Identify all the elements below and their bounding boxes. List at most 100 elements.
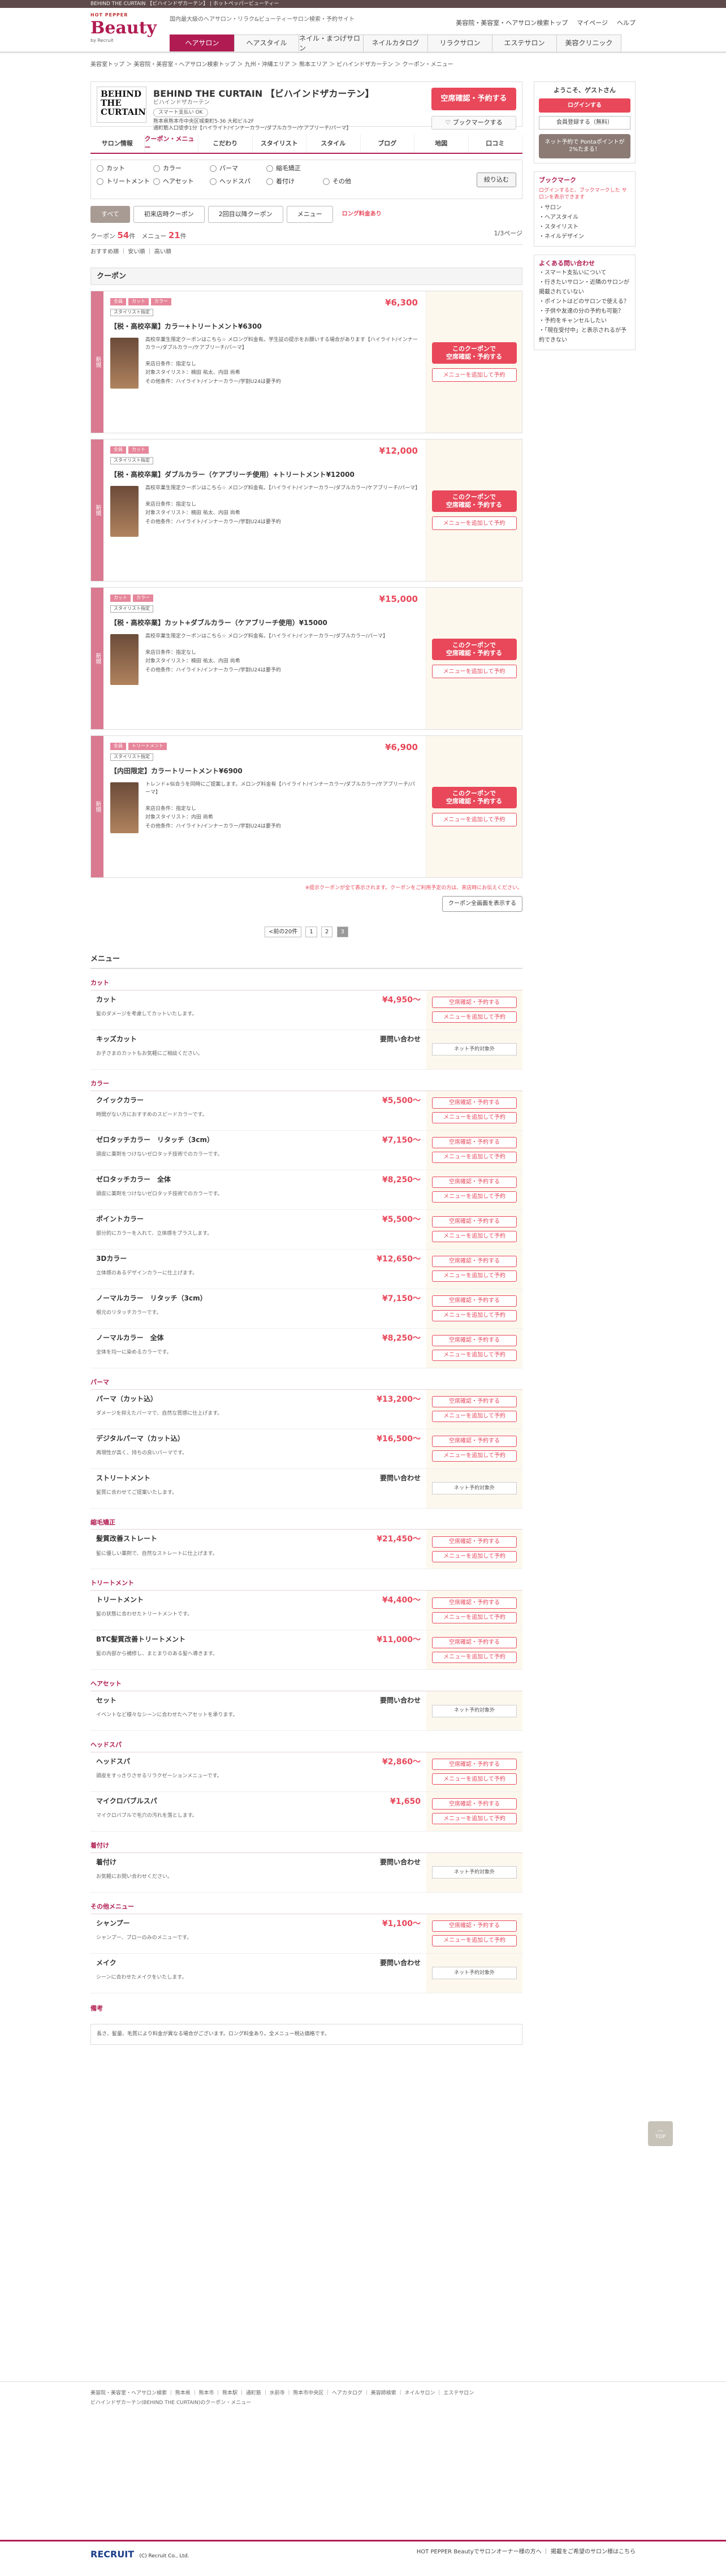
- tab-stylist[interactable]: スタイリスト: [253, 135, 306, 153]
- tab-style[interactable]: スタイル: [306, 135, 361, 153]
- menu-add-button[interactable]: メニューを追加して予約: [432, 1011, 517, 1023]
- tab-salon-info[interactable]: サロン情報: [90, 135, 145, 153]
- filter-other[interactable]: その他: [323, 178, 379, 186]
- recent-salon[interactable]: サロン: [539, 203, 630, 213]
- menu-book-button[interactable]: 空席確認・予約する: [432, 1759, 517, 1771]
- filter-straight[interactable]: 縮毛矯正: [266, 165, 323, 173]
- menu-add-button[interactable]: メニューを追加して予約: [432, 1411, 517, 1423]
- menu-book-button[interactable]: 空席確認・予約する: [432, 1636, 517, 1648]
- book-button[interactable]: 空席確認・予約する: [431, 88, 516, 110]
- menu-add-button[interactable]: メニューを追加して予約: [432, 1310, 517, 1322]
- tab-map[interactable]: 地図: [414, 135, 469, 153]
- gnav-nail-catalog[interactable]: ネイルカタログ: [363, 35, 428, 51]
- coupon-book-button[interactable]: このクーポンで 空席確認・予約する: [431, 787, 517, 809]
- menu-add-button[interactable]: メニューを追加して予約: [432, 1935, 517, 1947]
- filter-cut[interactable]: カット: [97, 165, 153, 173]
- recent-nail[interactable]: ネイルデザイン: [539, 232, 630, 242]
- menu-book-button[interactable]: 空席確認・予約する: [432, 1396, 517, 1408]
- menu-add-button[interactable]: メニューを追加して予約: [432, 1651, 517, 1663]
- faq-item[interactable]: 予約をキャンセルしたい: [539, 316, 630, 326]
- tab-all[interactable]: すべて: [90, 206, 130, 223]
- pager-prev[interactable]: <前の20件: [265, 926, 302, 938]
- faq-item[interactable]: 行きたいサロン・近隣のサロンが掲載されていない: [539, 278, 630, 297]
- header: HOT PEPPER Beauty by Recruit 国内最大級のヘアサロン…: [0, 8, 726, 53]
- show-all-coupons-button[interactable]: クーポン全画面を表示する: [442, 896, 522, 912]
- menu-book-button[interactable]: 空席確認・予約する: [432, 1536, 517, 1548]
- tab-coupon-menu[interactable]: クーポン・メニュー: [145, 135, 198, 153]
- filter-submit-button[interactable]: 絞り込む: [477, 173, 516, 187]
- coupon-add-menu-button[interactable]: メニューを追加して予約: [431, 368, 517, 382]
- tab-blog[interactable]: ブログ: [361, 135, 414, 153]
- menu-book-button[interactable]: 空席確認・予約する: [432, 1177, 517, 1188]
- tab-review[interactable]: 口コミ: [469, 135, 522, 153]
- menu-add-button[interactable]: メニューを追加して予約: [432, 1191, 517, 1203]
- back-to-top-button[interactable]: ︿ TOP: [648, 2121, 673, 2146]
- breadcrumb[interactable]: 美容室トップ ＞ 美容院・美容室・ヘアサロン検索トップ ＞ 九州・沖縄エリア ＞…: [90, 53, 636, 77]
- footer-right-links[interactable]: HOT PEPPER Beautyでサロンオーナー様の方へ ｜ 掲載をご希望のサ…: [417, 2548, 636, 2556]
- tab-menu[interactable]: メニュー: [286, 206, 333, 223]
- ponta-points-banner[interactable]: ネット予約で Pontaポイントが 2%たまる！: [539, 133, 630, 158]
- tab-kodawari[interactable]: こだわり: [198, 135, 253, 153]
- tab-first-visit[interactable]: 初来店時クーポン: [133, 206, 205, 223]
- pager-page-2[interactable]: 2: [321, 926, 333, 938]
- filter-hairset[interactable]: ヘアセット: [153, 178, 210, 186]
- gnav-esthe-salon[interactable]: エステサロン: [492, 35, 557, 51]
- gnav-clinic[interactable]: 美容クリニック: [556, 35, 621, 51]
- coupon-add-menu-button[interactable]: メニューを追加して予約: [431, 516, 517, 531]
- coupon-book-button[interactable]: このクーポンで 空席確認・予約する: [431, 490, 517, 512]
- menu-add-button[interactable]: メニューを追加して予約: [432, 1152, 517, 1164]
- pager-page-3[interactable]: 3: [336, 926, 348, 938]
- filter-perm[interactable]: パーマ: [210, 165, 266, 173]
- header-link-help[interactable]: ヘルプ: [617, 19, 636, 28]
- recruit-logo[interactable]: RECRUIT: [90, 2549, 134, 2560]
- menu-book-button[interactable]: 空席確認・予約する: [432, 1920, 517, 1932]
- menu-book-button[interactable]: 空席確認・予約する: [432, 1436, 517, 1448]
- filter-treatment[interactable]: トリートメント: [97, 178, 153, 186]
- recent-hairstyle[interactable]: ヘアスタイル: [539, 213, 630, 222]
- menu-book-button[interactable]: 空席確認・予約する: [432, 1597, 517, 1609]
- pager-page-1[interactable]: 1: [305, 926, 317, 938]
- header-link-search[interactable]: 美容院・美容室・ヘアサロン検索トップ: [456, 19, 568, 28]
- gnav-nail-salon[interactable]: ネイル・まつげサロン: [299, 35, 364, 52]
- register-button[interactable]: 会員登録する（無料）: [539, 116, 630, 130]
- coupon-book-button[interactable]: このクーポンで 空席確認・予約する: [431, 639, 517, 661]
- login-button[interactable]: ログインする: [539, 98, 630, 113]
- filter-kitsuke[interactable]: 着付け: [266, 178, 323, 186]
- menu-book-button[interactable]: 空席確認・予約する: [432, 1137, 517, 1149]
- coupon-add-menu-button[interactable]: メニューを追加して予約: [431, 665, 517, 679]
- hotpepper-beauty-logo[interactable]: HOT PEPPER Beauty by Recruit: [90, 12, 158, 48]
- filter-color[interactable]: カラー: [153, 165, 210, 173]
- faq-item[interactable]: 子供や友達の分の予約も可能？: [539, 307, 630, 316]
- faq-item[interactable]: スマート支払いについて: [539, 268, 630, 278]
- menu-add-button[interactable]: メニューを追加して予約: [432, 1450, 517, 1462]
- menu-book-button[interactable]: 空席確認・予約する: [432, 1798, 517, 1810]
- coupon-add-menu-button[interactable]: メニューを追加して予約: [431, 813, 517, 827]
- bookmark-button[interactable]: ♡ ブックマークする: [431, 116, 516, 130]
- gnav-hair-style[interactable]: ヘアスタイル: [234, 35, 299, 51]
- coupon-book-button[interactable]: このクーポンで 空席確認・予約する: [431, 342, 517, 364]
- gnav-hair-salon[interactable]: ヘアサロン: [170, 35, 235, 51]
- menu-book-button[interactable]: 空席確認・予約する: [432, 1256, 517, 1268]
- menu-add-button[interactable]: メニューを追加して予約: [432, 1350, 517, 1362]
- tab-repeat[interactable]: 2回目以降クーポン: [208, 206, 283, 223]
- faq-item[interactable]: ポイントはどのサロンで使える？: [539, 297, 630, 307]
- gnav-relax-salon[interactable]: リラクサロン: [427, 35, 492, 51]
- menu-add-button[interactable]: メニューを追加して予約: [432, 1550, 517, 1562]
- menu-book-button[interactable]: 空席確認・予約する: [432, 1335, 517, 1347]
- menu-book-button[interactable]: 空席確認・予約する: [432, 1216, 517, 1228]
- filter-headspa[interactable]: ヘッドスパ: [210, 178, 266, 186]
- menu-add-button[interactable]: メニューを追加して予約: [432, 1270, 517, 1282]
- sort-options[interactable]: おすすめ順 ｜ 安い順 ｜ 高い順: [90, 248, 522, 256]
- menu-add-button[interactable]: メニューを追加して予約: [432, 1773, 517, 1785]
- recent-stylist[interactable]: スタイリスト: [539, 222, 630, 232]
- menu-add-button[interactable]: メニューを追加して予約: [432, 1231, 517, 1243]
- menu-add-button[interactable]: メニューを追加して予約: [432, 1112, 517, 1124]
- header-link-mypage[interactable]: マイページ: [577, 19, 608, 28]
- menu-book-button[interactable]: 空席確認・予約する: [432, 1295, 517, 1307]
- menu-book-button[interactable]: 空席確認・予約する: [432, 1097, 517, 1109]
- menu-book-button[interactable]: 空席確認・予約する: [432, 997, 517, 1009]
- menu-add-button[interactable]: メニューを追加して予約: [432, 1813, 517, 1825]
- footer-links[interactable]: 美容院・美容室・ヘアサロン検索 ｜ 熊本県 ｜ 熊本市 ｜ 熊本駅 ｜ 通町筋 …: [90, 2389, 636, 2398]
- faq-item[interactable]: 「現在受付中」と表示されるが予約できない: [539, 326, 630, 345]
- menu-add-button[interactable]: メニューを追加して予約: [432, 1612, 517, 1623]
